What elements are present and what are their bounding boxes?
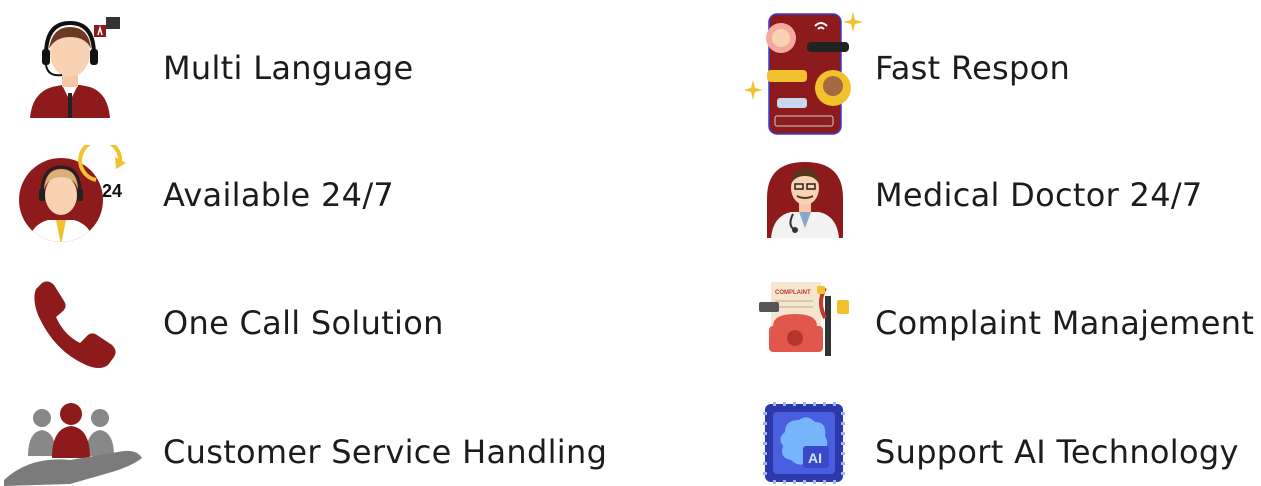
feature-label: Fast Respon [875,49,1071,87]
feature-available-24-7: 24 Available 24/7 [0,145,600,245]
feature-label: Available 24/7 [163,176,395,214]
feature-label: Medical Doctor 24/7 [875,176,1203,214]
smartphone-chat-icon [745,10,865,135]
doctor-icon [765,158,845,240]
people-on-hand-icon [0,400,142,486]
feature-label: Support AI Technology [875,433,1239,471]
feature-label: Multi Language [163,49,414,87]
feature-label: Complaint Manajement [875,304,1255,342]
badge-24-text: 24 [102,181,122,201]
feature-medical-doctor: Medical Doctor 24/7 [745,158,1245,240]
feature-complaint-manajement: COMPLAINT Complaint Manajement [745,278,1261,358]
ai-chip-icon: AI [763,402,845,484]
feature-label: Customer Service Handling [163,433,608,471]
complaint-desk-phone-icon: COMPLAINT [759,278,869,358]
services-panel: { "features": { "left": [ {"label": "Mul… [0,0,1261,486]
feature-support-ai: AI Support AI Technology [745,402,1245,484]
feature-one-call-solution: One Call Solution [0,275,600,375]
chip-ai-text: AI [808,450,822,466]
phone-handset-icon [28,275,168,375]
headset-agent-translate-icon [22,15,162,118]
agent-24-hours-icon: 24 [18,145,158,245]
feature-label: One Call Solution [163,304,444,342]
feature-customer-service-handling: Customer Service Handling [0,400,640,486]
feature-fast-respon: Fast Respon [745,10,1245,135]
feature-multi-language: Multi Language [0,15,600,118]
complaint-form-text: COMPLAINT [775,290,811,296]
